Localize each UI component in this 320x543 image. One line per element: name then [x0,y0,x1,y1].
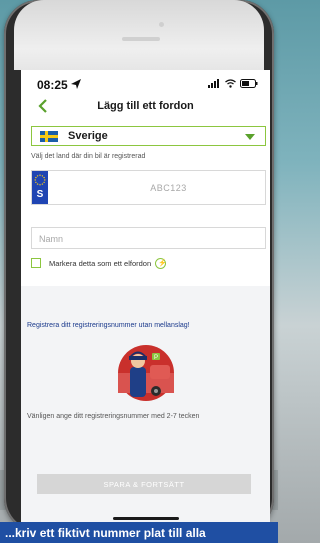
caption-text: ...kriv ett fiktivt nummer plat till all… [5,526,206,540]
phone-frame: 08:25 Lägg till ett fordon Sverige Välj … [4,0,274,532]
app-screen: 08:25 Lägg till ett fordon Sverige Välj … [21,70,270,530]
electric-checkbox[interactable] [31,258,41,268]
country-hint: Välj det land där din bil är registrerad [31,153,146,160]
phone-bezel-top [14,0,264,70]
lightning-icon: ⚡ [155,257,167,269]
speaker-icon [122,37,160,41]
location-arrow-icon [71,79,81,89]
svg-text:P: P [154,355,158,361]
eu-stars-icon [34,174,46,186]
info-instruction: Vänligen ange ditt registreringsnummer m… [27,413,200,420]
signal-icon [208,79,219,88]
info-title: Registrera ditt registreringsnummer utan… [27,322,190,329]
dropdown-caret-icon [245,134,255,140]
license-plate-input[interactable]: S ABC123 [31,170,266,205]
status-bar: 08:25 [21,70,270,94]
wifi-icon [225,79,236,88]
status-icons [208,79,258,88]
plate-placeholder: ABC123 [150,183,187,193]
nav-bar: Lägg till ett fordon [21,97,270,117]
eu-badge: S [32,171,48,204]
country-selected-value: Sverige [68,130,108,142]
name-input[interactable] [37,229,261,249]
camera-icon [159,22,164,27]
eu-country-code: S [36,189,44,200]
electric-vehicle-row[interactable]: Markera detta som ett elfordon ⚡ [31,256,167,270]
sweden-flag-icon [40,131,58,142]
vehicle-name-field[interactable] [31,227,266,249]
save-continue-button[interactable]: SPARA & FORTSÄTT [37,474,251,494]
status-time: 08:25 [37,78,68,92]
battery-icon [240,79,258,88]
page-title: Lägg till ett fordon [97,100,194,112]
home-indicator[interactable] [113,517,179,520]
caption-banner: ...kriv ett fiktivt nummer plat till all… [0,522,278,543]
parking-attendant-illustration: P [118,345,174,401]
electric-label: Markera detta som ett elfordon [49,258,152,268]
country-select[interactable]: Sverige [31,126,266,146]
